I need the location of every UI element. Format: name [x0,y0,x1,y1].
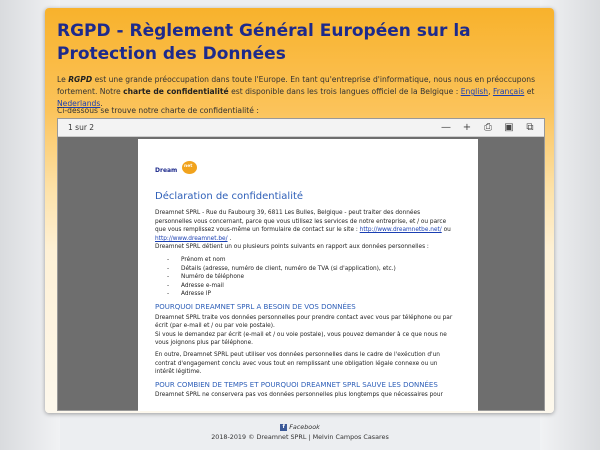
doc-paragraph: Dreamnet SPRL ne conservera pas vos donn… [155,392,443,399]
pdf-toolbar: 1 sur 2 — + ⎙ ▣ ⧉ [58,119,544,137]
facebook-label: Facebook [289,423,320,431]
doc-paragraph: Dreamnet SPRL - Rue du Faubourg 39, 6811… [155,209,455,252]
list-item: Détails (adresse, numéro de client, numé… [167,265,455,274]
doc-text: Dreamnet SPRL traite vos données personn… [155,314,453,330]
plus-icon[interactable]: + [461,122,473,133]
list-item: Adresse IP [167,290,455,299]
doc-heading: POURQUOI DREAMNET SPRL A BESOIN DE VOS D… [155,302,356,311]
doc-text: Dreamnet SPRL détient un ou plusieurs po… [155,244,429,251]
list-item: Numéro de téléphone [167,273,455,282]
viewer-gutter-left [58,137,138,410]
popout-icon[interactable]: ⧉ [524,122,536,133]
toolbar-tools: — + ⎙ ▣ ⧉ [440,122,536,133]
below-label: Ci-dessous se trouve notre charte de con… [57,106,259,115]
document-title: Déclaration de confidentialité [155,191,304,202]
footer: f Facebook 2018-2019 © Dreamnet SPRL | Me… [0,422,600,442]
intro-text: Le [57,75,66,84]
facebook-link[interactable]: f Facebook [0,422,600,432]
page-counter: 1 sur 2 [68,123,95,132]
intro-charte: charte de confidentialité [123,87,229,96]
list-item: Adresse e-mail [167,282,455,291]
doc-paragraph: Dreamnet SPRL traite vos données personn… [155,314,455,348]
data-list: Prénom et nomDétails (adresse, numéro de… [167,256,455,299]
viewer-gutter-right [477,137,544,410]
print-icon[interactable]: ⎙ [482,122,494,133]
logo-badge-text: net [184,164,193,169]
doc-heading: POUR COMBIEN DE TEMPS ET POURQUOI DREAMN… [155,380,438,389]
pdf-viewer[interactable]: 1 sur 2 — + ⎙ ▣ ⧉ Dream net Déclaration de c… [57,118,545,411]
intro-text: est disponible dans les trois langues of… [231,87,459,96]
pdf-page[interactable]: Dream net Déclaration de confidentialité… [138,139,478,411]
minus-icon[interactable]: — [440,122,452,133]
link-francais[interactable]: Français [493,87,524,96]
doc-link-dreamnet[interactable]: http://www.dreamnet.be/ [155,236,228,242]
content-card: RGPD - Règlement Général Européen sur la… [45,8,554,413]
dreamnet-logo: Dream net [155,159,201,183]
facebook-icon: f [280,423,288,431]
save-icon[interactable]: ▣ [503,122,515,133]
logo-badge: net [182,161,197,174]
list-item: Prénom et nom [167,256,455,265]
intro-paragraph: Le RGPD est une grande préoccupation dan… [57,74,545,110]
separator: et [526,87,535,96]
link-english[interactable]: English [461,87,488,96]
doc-paragraph: En outre, Dreamnet SPRL peut utiliser vo… [155,351,440,376]
document-body: Dreamnet SPRL - Rue du Faubourg 39, 6811… [155,209,455,403]
page-title: RGPD - Règlement Général Européen sur la… [57,21,471,64]
doc-text: Si vous le demandez par écrit (e-mail et… [155,331,447,347]
doc-text: ou [443,227,451,234]
copyright: 2018-2019 © Dreamnet SPRL | Melvin Campo… [211,433,389,441]
intro-rgpd: RGPD [68,75,93,84]
doc-text: . [229,235,232,242]
separator: , [488,87,491,96]
logo-text: Dream [155,167,178,174]
doc-link-dreamnetbe[interactable]: http://www.dreamnetbe.net/ [360,227,442,233]
